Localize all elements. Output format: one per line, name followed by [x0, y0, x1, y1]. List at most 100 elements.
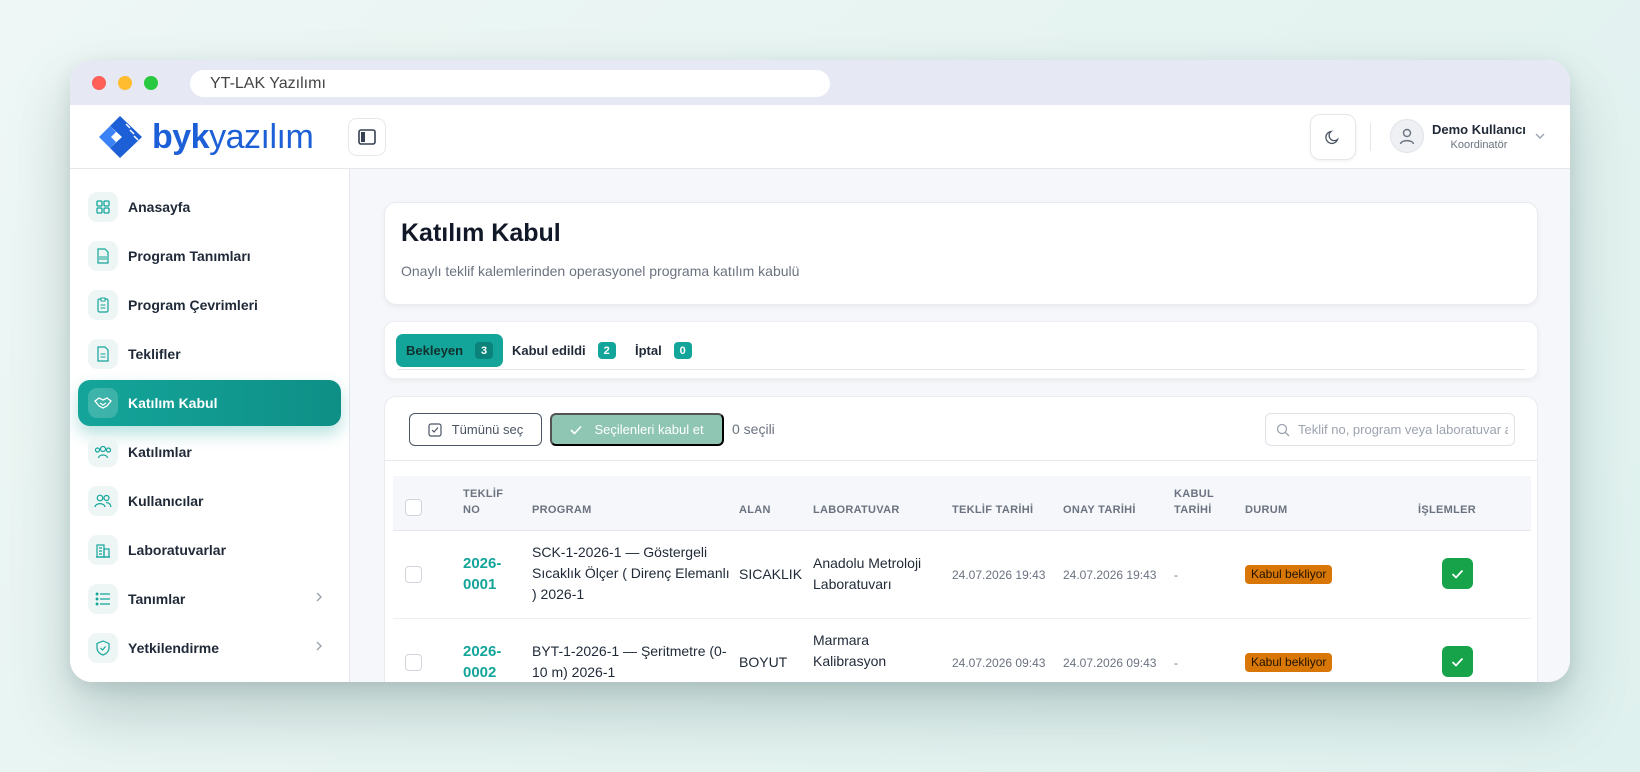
sidebar-item-laboratuvarlar[interactable]: Laboratuvarlar [78, 527, 341, 573]
onay-tarihi: 24.07.2026 19:43 [1063, 568, 1157, 582]
table-row[interactable]: 2026- 0001 SCK-1-2026-1 — Göstergeli Sıcak… [393, 531, 1531, 619]
accept-row-button[interactable] [1442, 646, 1473, 677]
sidebar-item-yetkilendirme[interactable]: Yetkilendirme [78, 625, 341, 671]
accept-selected-button[interactable]: Seçilenleri kabul et [550, 413, 724, 446]
user-menu[interactable]: Demo Kullanıcı Koordinatör [1390, 119, 1546, 153]
sidebar-item-label: Tanımlar [128, 591, 186, 607]
sidebar-item-label: Kullanıcılar [128, 493, 204, 509]
checkbox-icon [428, 422, 442, 437]
col-alan[interactable]: ALAN [739, 502, 771, 518]
users-icon [88, 486, 118, 516]
sidebar-item-katilim-kabul[interactable]: Katılım Kabul [78, 380, 341, 426]
alan-value: SICAKLIK [739, 566, 803, 582]
logo-text: bykyazılım [152, 118, 314, 156]
chevron-down-icon [1535, 133, 1545, 139]
status-badge: Kabul bekliyor [1245, 653, 1333, 672]
tab-bekleyen[interactable]: Bekleyen 3 [396, 334, 504, 367]
tab-label: İptal [635, 343, 662, 358]
tab-count-badge: 0 [673, 342, 692, 359]
sidebar-item-label: Yetkilendirme [128, 640, 220, 656]
page-subtitle: Onaylı teklif kalemlerinden operasyonel … [401, 263, 800, 279]
row-checkbox[interactable] [405, 566, 422, 583]
sidebar-item-teklifler[interactable]: Teklifler [78, 331, 341, 377]
select-all-checkbox[interactable] [405, 499, 422, 516]
list-toolbar: Tümünü seç Seçilenleri kabul et 0 seçili [385, 397, 1537, 461]
page-header-card: Katılım Kabul Onaylı teklif kalemlerinde… [384, 202, 1538, 305]
address-bar[interactable]: YT-LAK Yazılımı [190, 70, 830, 97]
sidebar-item-program-cevrimleri[interactable]: Program Çevrimleri [78, 282, 341, 328]
select-all-label: Tümünü seç [451, 422, 524, 437]
close-window-button[interactable] [92, 76, 106, 90]
clipboard-icon [88, 290, 118, 320]
col-laboratuvar[interactable]: LABORATUVAR [813, 502, 900, 518]
sidebar-toggle-button[interactable] [348, 118, 386, 156]
sidebar-item-anasayfa[interactable]: Anasayfa [78, 184, 341, 230]
tab-count-badge: 3 [475, 342, 494, 359]
sidebar-item-label: Anasayfa [128, 199, 191, 215]
selected-count: 0 seçili [732, 421, 775, 437]
teklif-no-link[interactable]: 2026- 0001 [463, 553, 501, 595]
table-header: TEKLİF NO PROGRAM ALAN LABORATUVAR TEKLİF… [393, 476, 1531, 531]
program-name: BYT-1-2026-1 — Şeritmetre (0- 10 m) 2026-… [532, 643, 727, 680]
sidebar-item-katilimlar[interactable]: Katılımlar [78, 429, 341, 475]
col-islemler: İŞLEMLER [1418, 504, 1477, 516]
users-group-icon [88, 437, 118, 467]
maximize-window-button[interactable] [144, 76, 158, 90]
sidebar-item-tanimlar[interactable]: Tanımlar [78, 576, 341, 622]
sidebar-panel-icon [358, 129, 376, 145]
accept-row-button[interactable] [1442, 558, 1473, 589]
sidebar-item-label: Katılım Kabul [128, 395, 218, 411]
building-icon [88, 535, 118, 565]
search-box[interactable] [1265, 413, 1515, 446]
status-badge: Kabul bekliyor [1245, 565, 1333, 584]
list-icon [88, 584, 118, 614]
kabul-tarihi: - [1174, 656, 1178, 670]
tab-label: Bekleyen [406, 343, 464, 358]
teklif-tarihi: 24.07.2026 19:43 [952, 568, 1046, 582]
chevron-right-icon [316, 592, 322, 602]
col-program[interactable]: PROGRAM [532, 502, 592, 518]
col-kabul-tarihi[interactable]: KABUL TARİHİ [1174, 486, 1214, 518]
header-divider [1370, 123, 1371, 151]
accept-selected-label: Seçilenleri kabul et [594, 422, 704, 437]
sidebar-item-label: Laboratuvarlar [128, 542, 227, 558]
grid-icon [88, 192, 118, 222]
col-durum[interactable]: DURUM [1245, 502, 1287, 518]
logo-mark-icon [99, 116, 142, 158]
tab-kabul-edildi[interactable]: Kabul edildi 2 [502, 334, 626, 367]
minimize-window-button[interactable] [118, 76, 132, 90]
user-info: Demo Kullanıcı Koordinatör [1432, 122, 1526, 151]
col-onay-tarihi[interactable]: ONAY TARİHİ [1063, 502, 1136, 518]
col-teklif-no[interactable]: TEKLİF NO [463, 486, 503, 518]
shield-check-icon [88, 633, 118, 663]
check-icon [1451, 657, 1464, 667]
lab-name: Anadolu Metroloji Laboratuvarı [813, 555, 922, 592]
tabs-divider [397, 369, 1525, 370]
acceptance-list-card: Tümünü seç Seçilenleri kabul et 0 seçili… [384, 396, 1538, 682]
sidebar-item-label: Katılımlar [128, 444, 192, 460]
theme-toggle-button[interactable] [1310, 114, 1356, 160]
window-titlebar: YT-LAK Yazılımı [70, 60, 1570, 105]
sidebar-item-kullanicilar[interactable]: Kullanıcılar [78, 478, 341, 524]
sidebar-item-label: Program Tanımları [128, 248, 251, 264]
user-icon [1399, 128, 1415, 145]
kabul-tarihi: - [1174, 568, 1178, 582]
col-teklif-tarihi[interactable]: TEKLİF TARİHİ [952, 502, 1033, 518]
teklif-no-link[interactable]: 2026- 0002 [463, 641, 501, 682]
page-title: Katılım Kabul [401, 219, 561, 247]
tab-label: Kabul edildi [512, 343, 586, 358]
app-header: bykyazılım Demo Kullanıcı Koordinatör [70, 105, 1570, 169]
tab-iptal[interactable]: İptal 0 [625, 334, 702, 367]
tab-count-badge: 2 [597, 342, 616, 359]
search-input[interactable] [1298, 422, 1508, 437]
row-checkbox[interactable] [405, 654, 422, 671]
alan-value: BOYUT [739, 654, 788, 670]
acceptance-table: TEKLİF NO PROGRAM ALAN LABORATUVAR TEKLİF… [393, 476, 1531, 682]
moon-icon [1325, 130, 1339, 145]
select-all-button[interactable]: Tümünü seç [409, 413, 542, 446]
app-window: YT-LAK Yazılımı bykyazılım Demo Kullanıc… [70, 60, 1570, 682]
sidebar-item-program-tanimlari[interactable]: Program Tanımları [78, 233, 341, 279]
table-row[interactable]: 2026- 0002 BYT-1-2026-1 — Şeritmetre (0- 1… [393, 619, 1531, 682]
brand-logo[interactable]: bykyazılım [96, 114, 314, 160]
chevron-right-icon [316, 641, 322, 651]
